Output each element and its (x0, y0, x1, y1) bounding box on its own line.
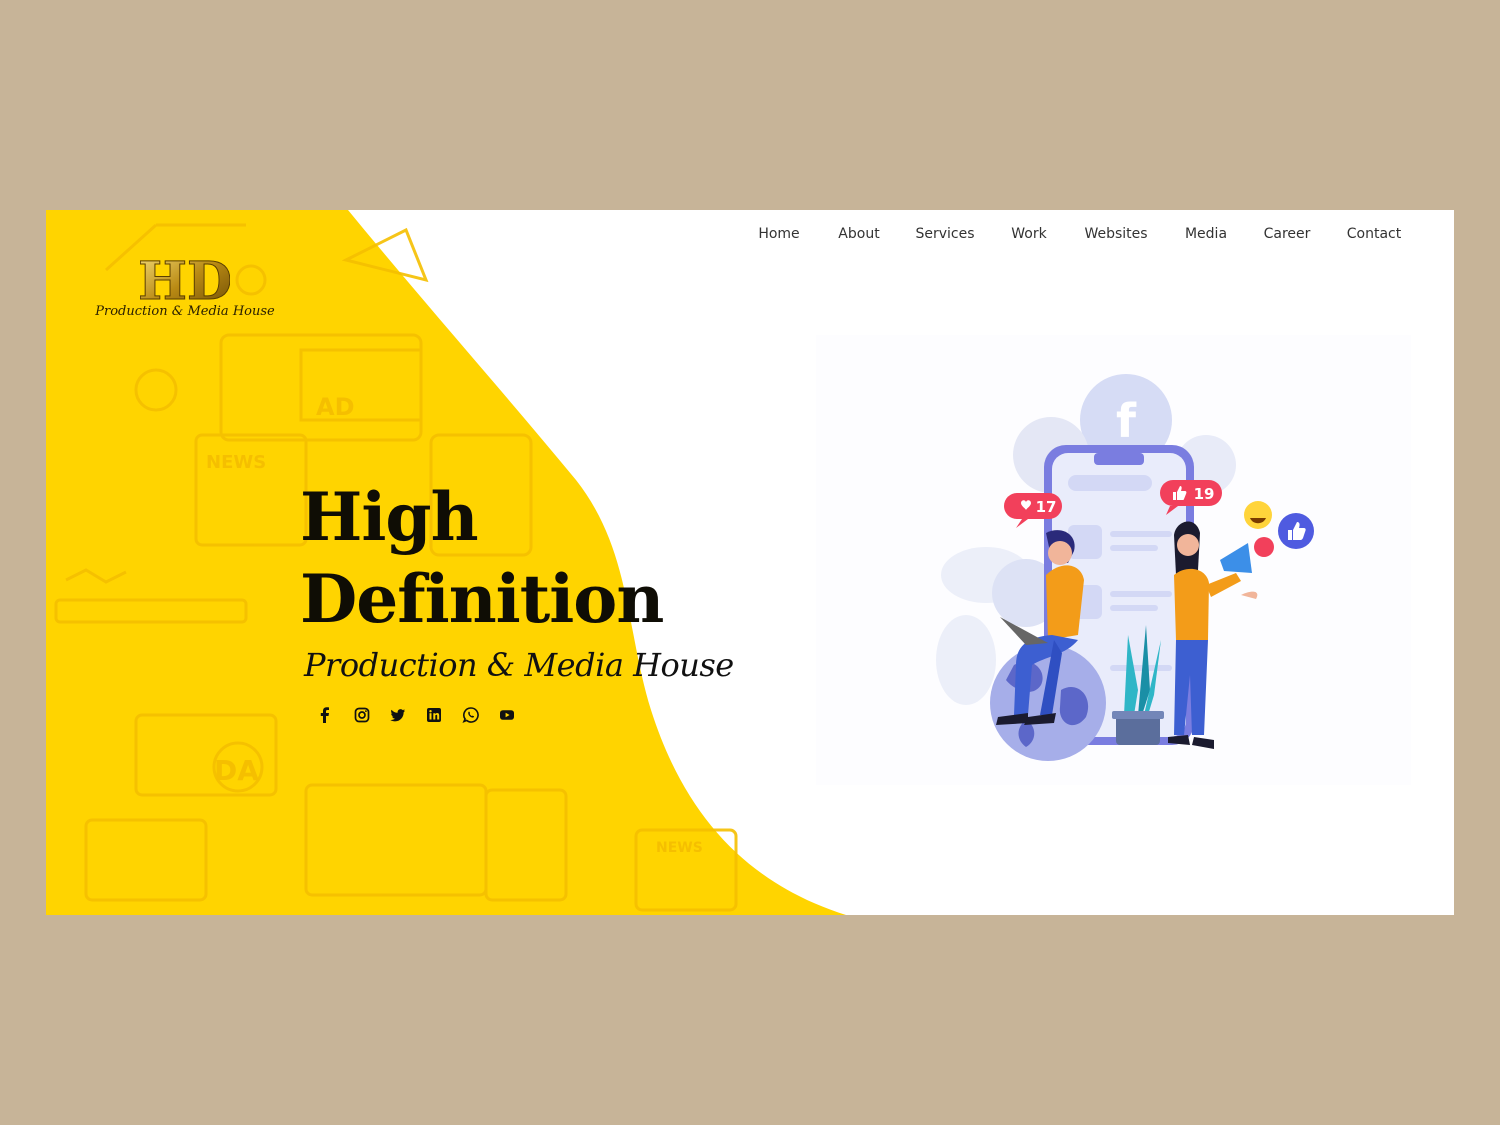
pattern-label-news: NEWS (206, 452, 266, 473)
leaf-blob (936, 615, 996, 705)
nav-media[interactable]: Media (1185, 226, 1227, 242)
nav-home[interactable]: Home (758, 226, 799, 242)
instagram-icon[interactable] (353, 706, 371, 724)
logo-subtitle: Production & Media House (95, 304, 275, 319)
nav-work[interactable]: Work (1011, 226, 1046, 242)
nav-contact[interactable]: Contact (1347, 226, 1401, 242)
svg-text:HD: HD (140, 252, 230, 308)
main-nav: Home About Services Work Websites Media … (46, 226, 1454, 250)
nav-services[interactable]: Services (915, 226, 974, 242)
facebook-icon: f (1116, 394, 1137, 448)
whatsapp-icon[interactable] (462, 706, 480, 724)
laugh-emoji-icon (1244, 501, 1272, 529)
nav-career[interactable]: Career (1264, 226, 1311, 242)
page-frame: AD NEWS DA NEWS HD Production & Media Ho… (46, 210, 1454, 915)
hero-title-line1: High (300, 478, 479, 556)
brand-logo[interactable]: HD Production & Media House (90, 252, 280, 328)
social-media-illustration: f 17 19 (816, 335, 1411, 785)
pattern-label-da: DA (214, 754, 259, 787)
hero-subtitle: Production & Media House (304, 646, 734, 684)
nav-websites[interactable]: Websites (1084, 226, 1147, 242)
svg-text:19: 19 (1194, 485, 1215, 503)
pattern-label-news-mirror: NEWS (656, 840, 703, 856)
facebook-icon[interactable] (316, 706, 334, 724)
twitter-icon[interactable] (389, 706, 407, 724)
pattern-label-ad: AD (316, 393, 355, 421)
hero-title: High Definition (300, 476, 664, 640)
linkedin-icon[interactable] (425, 706, 443, 724)
youtube-icon[interactable] (498, 706, 516, 724)
heart-reaction-icon (1254, 537, 1274, 557)
nav-about[interactable]: About (838, 226, 879, 242)
svg-text:17: 17 (1036, 498, 1057, 516)
hd-logo-mark: HD (140, 252, 230, 308)
hero-title-line2: Definition (300, 560, 664, 638)
